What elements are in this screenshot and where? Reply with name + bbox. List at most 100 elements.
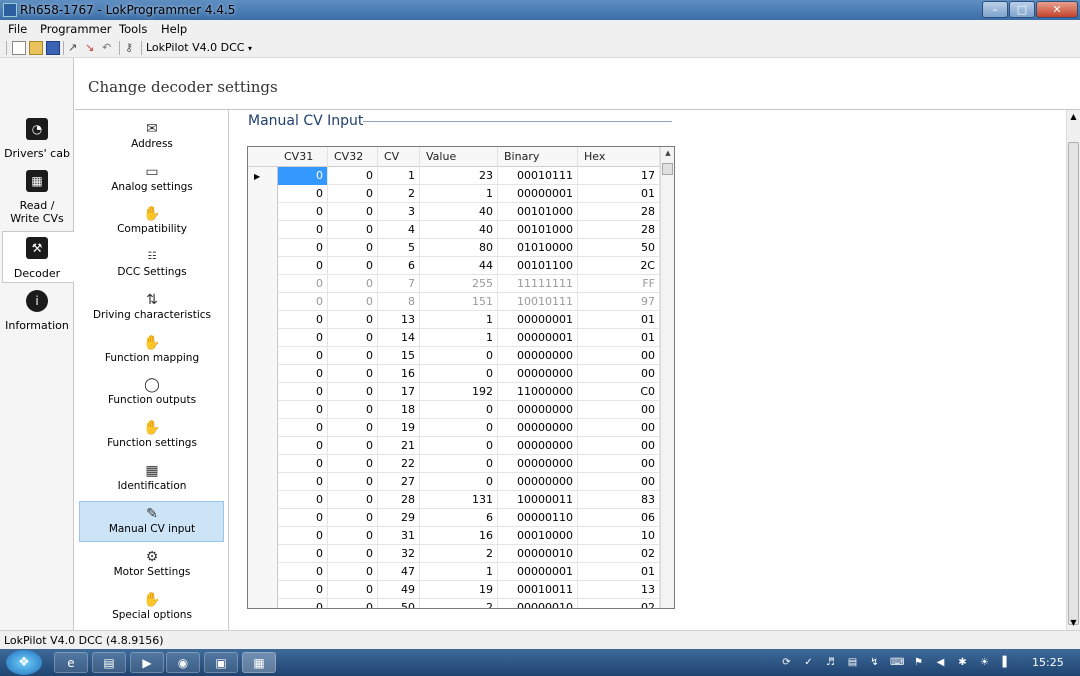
table-row[interactable]: 0 0 1 23 00010111 17 (278, 167, 660, 185)
cell-cv32[interactable]: 0 (328, 221, 378, 239)
cell-cv[interactable]: 22 (378, 455, 420, 473)
cell-hex[interactable]: 01 (578, 329, 660, 347)
cell-cv32[interactable]: 0 (328, 581, 378, 599)
scroll-up-arrow-icon[interactable]: ▲ (1067, 112, 1080, 122)
check-icon[interactable]: ✓ (802, 656, 815, 669)
cell-binary[interactable]: 10010111 (498, 293, 578, 311)
cell-cv31[interactable]: 0 (278, 455, 328, 473)
cell-binary[interactable]: 00101100 (498, 257, 578, 275)
cell-binary[interactable]: 00000010 (498, 599, 578, 608)
setting-dcc[interactable]: DCC Settings (80, 266, 224, 278)
cell-cv32[interactable]: 0 (328, 329, 378, 347)
cell-cv32[interactable]: 0 (328, 383, 378, 401)
cell-cv32[interactable]: 0 (328, 185, 378, 203)
cell-value[interactable]: 44 (420, 257, 498, 275)
maximize-button[interactable]: □ (1009, 1, 1035, 18)
cell-cv32[interactable]: 0 (328, 293, 378, 311)
cell-hex[interactable]: FF (578, 275, 660, 293)
menu-programmer[interactable]: Programmer (40, 22, 112, 36)
table-row[interactable]: 0 0 15 0 00000000 00 (278, 347, 660, 365)
cell-cv32[interactable]: 0 (328, 311, 378, 329)
cell-cv[interactable]: 19 (378, 419, 420, 437)
cell-hex[interactable]: 00 (578, 365, 660, 383)
cell-binary[interactable]: 00000000 (498, 437, 578, 455)
cell-value[interactable]: 192 (420, 383, 498, 401)
cell-value[interactable]: 19 (420, 581, 498, 599)
cell-hex[interactable]: 28 (578, 221, 660, 239)
cell-cv32[interactable]: 0 (328, 419, 378, 437)
cell-cv32[interactable]: 0 (328, 257, 378, 275)
cell-cv32[interactable]: 0 (328, 455, 378, 473)
speaker-icon[interactable]: ◀ (934, 656, 947, 669)
keyboard-icon[interactable]: ⌨ (890, 656, 904, 669)
setting-driving[interactable]: Driving characteristics (80, 309, 224, 321)
cell-binary[interactable]: 10000011 (498, 491, 578, 509)
grid-scroll-thumb[interactable] (662, 163, 673, 175)
cell-binary[interactable]: 00000001 (498, 329, 578, 347)
setting-address[interactable]: Address (80, 138, 224, 150)
cell-value[interactable]: 16 (420, 527, 498, 545)
cell-value[interactable]: 1 (420, 185, 498, 203)
cell-value[interactable]: 1 (420, 329, 498, 347)
bulb-tray-icon[interactable]: ☀ (978, 656, 991, 669)
table-row[interactable]: 0 0 16 0 00000000 00 (278, 365, 660, 383)
table-row[interactable]: 0 0 14 1 00000001 01 (278, 329, 660, 347)
cell-cv32[interactable]: 0 (328, 509, 378, 527)
table-row[interactable]: 0 0 8 151 10010111 97 (278, 293, 660, 311)
setting-manual-cv[interactable]: Manual CV input (80, 523, 224, 535)
cell-hex[interactable]: 06 (578, 509, 660, 527)
cell-hex[interactable]: 02 (578, 599, 660, 608)
cell-cv32[interactable]: 0 (328, 275, 378, 293)
cell-binary[interactable]: 01010000 (498, 239, 578, 257)
setting-motor[interactable]: Motor Settings (80, 566, 224, 578)
cell-cv[interactable]: 7 (378, 275, 420, 293)
cell-cv[interactable]: 21 (378, 437, 420, 455)
cell-cv32[interactable]: 0 (328, 365, 378, 383)
open-folder-icon[interactable] (29, 41, 43, 55)
cell-hex[interactable]: 00 (578, 455, 660, 473)
table-row[interactable]: 0 0 29 6 00000110 06 (278, 509, 660, 527)
table-row[interactable]: 0 0 2 1 00000001 01 (278, 185, 660, 203)
cell-cv[interactable]: 4 (378, 221, 420, 239)
cell-cv31[interactable]: 0 (278, 275, 328, 293)
cell-value[interactable]: 80 (420, 239, 498, 257)
close-button[interactable]: ✕ (1036, 1, 1078, 18)
cell-cv[interactable]: 8 (378, 293, 420, 311)
cell-cv32[interactable]: 0 (328, 491, 378, 509)
cell-cv31[interactable]: 0 (278, 167, 328, 185)
cell-value[interactable]: 23 (420, 167, 498, 185)
cell-binary[interactable]: 00010111 (498, 167, 578, 185)
cell-hex[interactable]: C0 (578, 383, 660, 401)
cell-cv[interactable]: 27 (378, 473, 420, 491)
cell-binary[interactable]: 00010011 (498, 581, 578, 599)
cell-cv32[interactable]: 0 (328, 239, 378, 257)
cell-binary[interactable]: 00000000 (498, 365, 578, 383)
cell-binary[interactable]: 00010000 (498, 527, 578, 545)
cell-hex[interactable]: 97 (578, 293, 660, 311)
setting-special[interactable]: Special options (80, 609, 224, 621)
cell-cv32[interactable]: 0 (328, 527, 378, 545)
bluetooth-icon[interactable]: ✱ (956, 656, 969, 669)
cell-cv31[interactable]: 0 (278, 527, 328, 545)
cell-cv32[interactable]: 0 (328, 347, 378, 365)
undo-icon[interactable]: ↶ (102, 41, 116, 55)
cell-cv[interactable]: 5 (378, 239, 420, 257)
cell-hex[interactable]: 01 (578, 311, 660, 329)
cell-binary[interactable]: 00000000 (498, 473, 578, 491)
cell-binary[interactable]: 11000000 (498, 383, 578, 401)
cell-value[interactable]: 0 (420, 347, 498, 365)
table-row[interactable]: 0 0 28 131 10000011 83 (278, 491, 660, 509)
cell-binary[interactable]: 00000000 (498, 347, 578, 365)
cell-hex[interactable]: 50 (578, 239, 660, 257)
export-icon[interactable]: ↗ (68, 41, 82, 55)
setting-function-outputs[interactable]: Function outputs (80, 394, 224, 406)
table-row[interactable]: 0 0 32 2 00000010 02 (278, 545, 660, 563)
cell-value[interactable]: 0 (420, 437, 498, 455)
cell-cv31[interactable]: 0 (278, 329, 328, 347)
cell-binary[interactable]: 00101000 (498, 203, 578, 221)
cell-binary[interactable]: 00000000 (498, 419, 578, 437)
cell-binary[interactable]: 00000001 (498, 563, 578, 581)
start-button[interactable]: ❖ (6, 650, 42, 675)
cell-binary[interactable]: 00000010 (498, 545, 578, 563)
firefox-icon[interactable]: ◉ (166, 652, 200, 673)
